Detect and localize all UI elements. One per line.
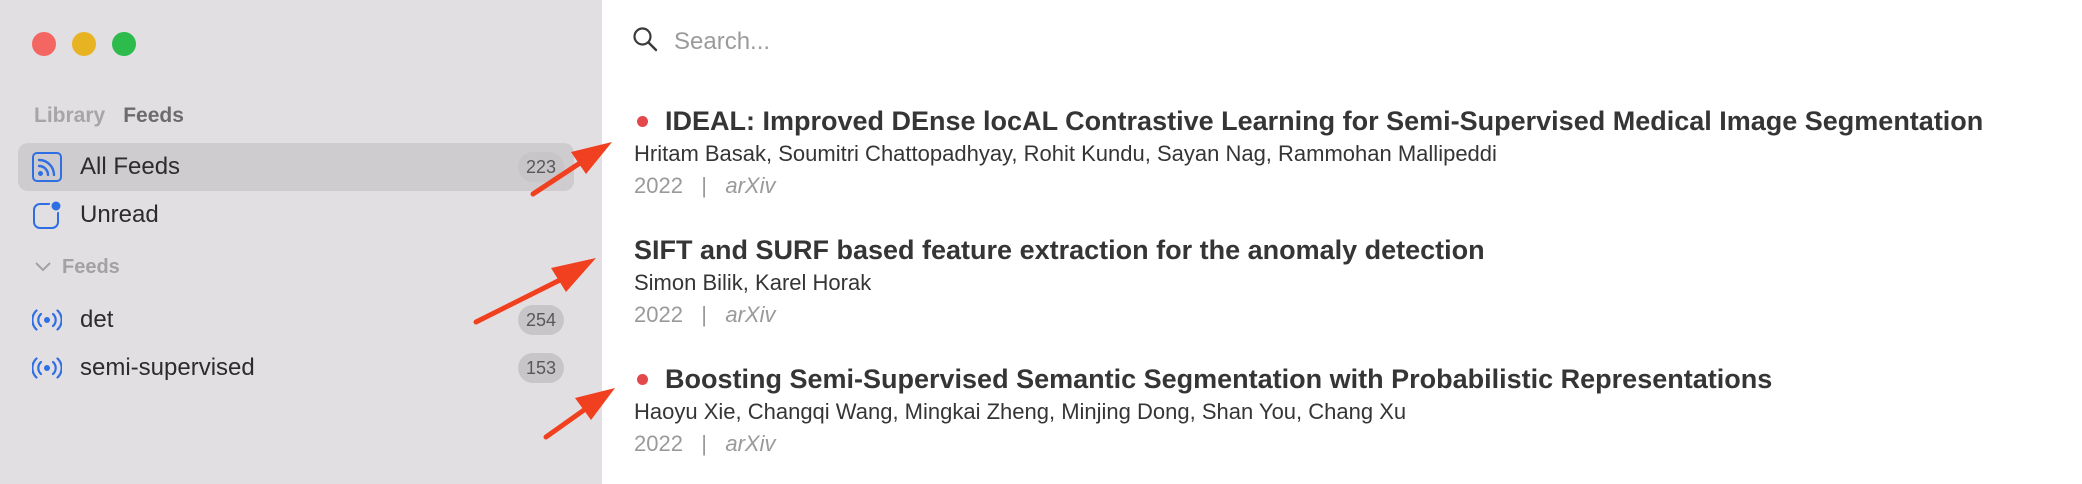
segment-library[interactable]: Library	[34, 104, 105, 128]
search-input[interactable]: Search...	[674, 28, 770, 56]
sidebar-item-unread[interactable]: Unread	[18, 191, 574, 239]
paper-venue: arXiv	[725, 302, 776, 327]
sidebar-item-semi-supervised[interactable]: semi-supervised 153	[18, 344, 574, 392]
paper-authors: Simon Bilik, Karel Horak	[634, 270, 872, 295]
sidebar-item-label: All Feeds	[80, 153, 181, 180]
unread-count-badge: 153	[517, 353, 564, 383]
maximize-window-button[interactable]	[112, 32, 136, 56]
sidebar: Library Feeds All Feeds 223 Unread Feeds	[0, 0, 602, 484]
sidebar-item-label: det	[80, 306, 114, 333]
paper-meta: 2022 | arXiv	[634, 173, 1983, 199]
paper-title-row: Boosting Semi-Supervised Semantic Segmen…	[634, 364, 1772, 395]
broadcast-icon	[32, 305, 62, 335]
paper-list-item[interactable]: Boosting Semi-Supervised Semantic Segmen…	[634, 364, 1772, 457]
paper-meta: 2022 | arXiv	[634, 302, 1485, 328]
paper-title: SIFT and SURF based feature extraction f…	[634, 235, 1485, 265]
meta-separator: |	[701, 431, 708, 456]
paper-meta: 2022 | arXiv	[634, 431, 1772, 457]
paper-title: Boosting Semi-Supervised Semantic Segmen…	[665, 364, 1773, 394]
rss-icon	[32, 152, 62, 182]
paper-authors: Hritam Basak, Soumitri Chattopadhyay, Ro…	[634, 141, 1497, 166]
paper-title: IDEAL: Improved DEnse locAL Contrastive …	[665, 106, 1984, 136]
sidebar-item-all-feeds[interactable]: All Feeds 223	[18, 143, 574, 191]
paper-list-item[interactable]: SIFT and SURF based feature extraction f…	[634, 235, 1485, 328]
paper-title-row: SIFT and SURF based feature extraction f…	[634, 235, 1485, 266]
feeds-group-header[interactable]: Feeds	[34, 256, 120, 279]
close-window-button[interactable]	[32, 32, 56, 56]
search-icon	[632, 26, 658, 57]
broadcast-icon	[32, 353, 62, 383]
sidebar-item-det[interactable]: det 254	[18, 296, 574, 344]
chevron-down-icon	[34, 256, 52, 279]
paper-year: 2022	[634, 302, 683, 327]
window-controls	[32, 32, 136, 56]
paper-list-item[interactable]: IDEAL: Improved DEnse locAL Contrastive …	[634, 106, 1983, 199]
meta-separator: |	[701, 302, 708, 327]
paper-title-row: IDEAL: Improved DEnse locAL Contrastive …	[634, 106, 1983, 137]
paper-authors: Haoyu Xie, Changqi Wang, Mingkai Zheng, …	[634, 399, 1407, 424]
feeds-group-label: Feeds	[62, 256, 120, 278]
unread-dot-icon	[637, 116, 648, 127]
unread-count-badge: 223	[517, 152, 564, 182]
paper-venue: arXiv	[725, 431, 776, 456]
sidebar-item-label: Unread	[80, 201, 159, 228]
sidebar-segment-control: Library Feeds	[34, 104, 184, 128]
unread-dot-icon	[637, 374, 648, 385]
unread-count-badge: 254	[517, 305, 564, 335]
unread-badge-icon	[32, 200, 62, 230]
minimize-window-button[interactable]	[72, 32, 96, 56]
paper-list-pane: Search... IDEAL: Improved DEnse locAL Co…	[602, 0, 2082, 484]
paper-year: 2022	[634, 173, 683, 198]
sidebar-item-label: semi-supervised	[80, 354, 255, 381]
paper-venue: arXiv	[725, 173, 776, 198]
search-bar[interactable]: Search...	[632, 26, 770, 57]
paper-year: 2022	[634, 431, 683, 456]
segment-feeds[interactable]: Feeds	[123, 104, 184, 128]
meta-separator: |	[701, 173, 708, 198]
